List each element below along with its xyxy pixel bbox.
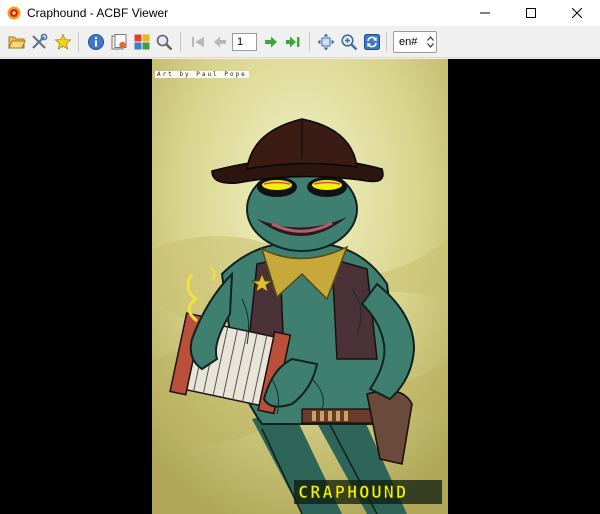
window-title: Craphound - ACBF Viewer [27,6,169,20]
settings-button[interactable] [29,32,49,52]
window-controls [462,0,600,26]
bookmark-button[interactable] [53,32,73,52]
settings-tools-icon [32,33,48,49]
previous-page-icon [214,36,226,48]
open-folder-icon [8,36,26,49]
frames-icon [134,34,150,50]
search-magnifier-icon [156,34,173,51]
close-icon [572,8,582,18]
comic-title-logo: CRAPHOUND [298,483,409,504]
toolbar: en# [0,26,600,58]
chevron-down-icon [426,43,434,48]
next-page-button[interactable] [261,32,281,52]
close-button[interactable] [554,0,600,26]
comic-viewer-area[interactable]: Art by Paul Pope CRAPHOUND [0,59,600,514]
library-icon [111,34,127,50]
comic-page[interactable]: Art by Paul Pope CRAPHOUND [152,59,448,514]
library-button[interactable] [109,32,129,52]
search-button[interactable] [154,32,174,52]
info-button[interactable] [86,32,106,52]
maximize-button[interactable] [508,0,554,26]
comic-cover-illustration [152,59,448,514]
language-select[interactable]: en# [393,31,437,53]
acbf-viewer-logo-icon [7,6,21,20]
title-bar: Craphound - ACBF Viewer [0,0,600,26]
last-page-icon [286,36,300,48]
fit-to-window-button[interactable] [316,32,336,52]
frames-button[interactable] [132,32,152,52]
minimize-icon [480,12,490,14]
zoom-in-icon [341,34,358,51]
art-credit-label: Art by Paul Pope [155,71,249,78]
language-select-value: en# [399,36,418,48]
toolbar-separator [78,32,79,52]
first-page-button[interactable] [188,32,208,52]
toolbar-separator [180,32,181,52]
refresh-icon [364,34,380,50]
chevron-up-icon [426,36,434,41]
minimize-button[interactable] [462,0,508,26]
refresh-button[interactable] [362,32,382,52]
language-spin-buttons[interactable] [424,32,436,52]
bookmark-star-icon [54,33,72,50]
info-icon [88,34,104,50]
previous-page-button[interactable] [210,32,230,52]
maximize-icon [526,8,536,18]
last-page-button[interactable] [283,32,303,52]
app-window: Craphound - ACBF Viewer 1 en# Art by Pau… [0,0,600,514]
toolbar-separator [386,32,387,52]
toolbar-separator [309,32,310,52]
next-page-icon [265,36,277,48]
zoom-in-button[interactable] [339,32,359,52]
page-number-input[interactable] [232,33,257,51]
fit-to-window-icon [317,33,335,51]
open-file-button[interactable] [7,32,27,52]
first-page-icon [192,37,204,47]
